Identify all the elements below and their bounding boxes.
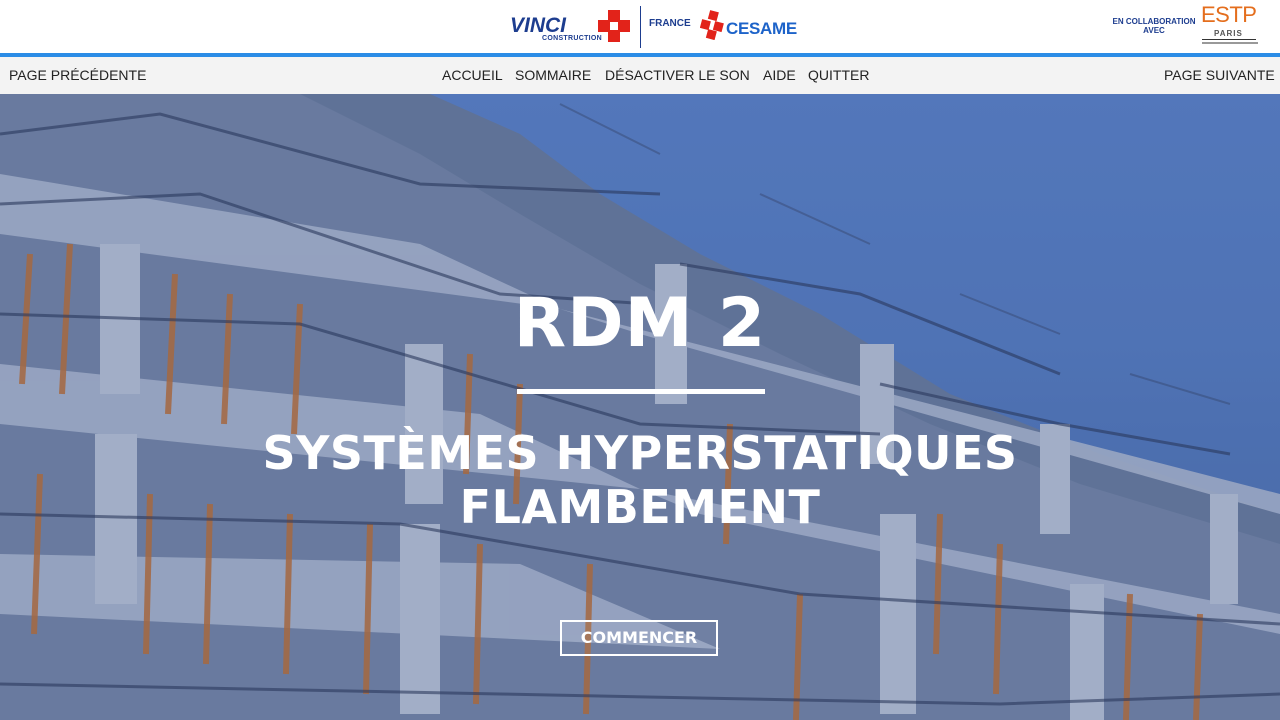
country-label: FRANCE: [649, 18, 691, 29]
collaboration-line1: EN COLLABORATION: [1112, 17, 1196, 26]
hero-banner: RDM 2 SYSTÈMES HYPERSTATIQUES FLAMBEMENT…: [0, 94, 1280, 720]
title-underline: [517, 389, 765, 394]
vinci-mark-icon: [598, 10, 630, 42]
subtitle-line2: FLAMBEMENT: [459, 480, 821, 534]
start-button[interactable]: COMMENCER: [560, 620, 718, 656]
estp-logo-tagline: [1202, 42, 1258, 44]
vinci-logo-subtext: CONSTRUCTION: [542, 35, 602, 42]
estp-logo-rule: [1202, 39, 1256, 40]
collaboration-line2: AVEC: [1143, 26, 1165, 35]
course-title: RDM 2: [513, 284, 767, 363]
cesame-logo: CESAME: [700, 10, 800, 42]
home-link[interactable]: ACCUEIL: [442, 67, 503, 83]
subtitle-line1: SYSTÈMES HYPERSTATIQUES: [262, 426, 1018, 480]
mute-sound-link[interactable]: DÉSACTIVER LE SON: [605, 67, 750, 83]
quit-link[interactable]: QUITTER: [808, 67, 869, 83]
summary-link[interactable]: SOMMAIRE: [515, 67, 591, 83]
navigation-bar: PAGE PRÉCÉDENTE ACCUEIL SOMMAIRE DÉSACTI…: [0, 57, 1280, 94]
vinci-construction-logo: VINCI CONSTRUCTION: [510, 10, 632, 44]
estp-logo-text: ESTP: [1201, 2, 1257, 27]
logo-separator: [640, 6, 641, 48]
estp-paris-logo: ESTP PARIS: [1200, 2, 1260, 50]
estp-logo-subtext: PARIS: [1214, 29, 1243, 38]
cesame-logo-text: CESAME: [726, 19, 797, 38]
next-page-link[interactable]: PAGE SUIVANTE: [1164, 67, 1275, 83]
previous-page-link[interactable]: PAGE PRÉCÉDENTE: [9, 67, 146, 83]
course-subtitle: SYSTÈMES HYPERSTATIQUES FLAMBEMENT: [0, 426, 1280, 534]
collaboration-label: EN COLLABORATION AVEC: [1112, 17, 1196, 35]
cesame-mark-icon: [700, 10, 724, 40]
help-link[interactable]: AIDE: [763, 67, 796, 83]
top-header: VINCI CONSTRUCTION FRANCE CESAME EN COLL…: [0, 0, 1280, 53]
